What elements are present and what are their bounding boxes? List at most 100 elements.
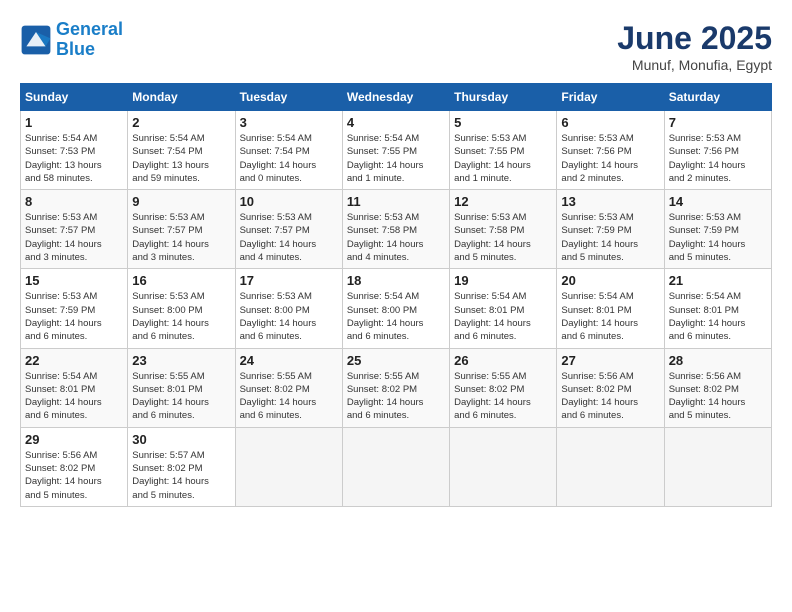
calendar-cell — [664, 427, 771, 506]
day-info: Sunrise: 5:53 AM Sunset: 7:56 PM Dayligh… — [669, 132, 767, 185]
day-info: Sunrise: 5:54 AM Sunset: 7:53 PM Dayligh… — [25, 132, 123, 185]
calendar-cell — [342, 427, 449, 506]
week-row-1: 1 Sunrise: 5:54 AM Sunset: 7:53 PM Daylig… — [21, 111, 772, 190]
calendar-cell — [235, 427, 342, 506]
header-day-tuesday: Tuesday — [235, 84, 342, 111]
header-day-wednesday: Wednesday — [342, 84, 449, 111]
day-number: 6 — [561, 115, 659, 130]
calendar-cell: 22 Sunrise: 5:54 AM Sunset: 8:01 PM Dayli… — [21, 348, 128, 427]
day-number: 21 — [669, 273, 767, 288]
day-info: Sunrise: 5:56 AM Sunset: 8:02 PM Dayligh… — [561, 370, 659, 423]
week-row-2: 8 Sunrise: 5:53 AM Sunset: 7:57 PM Daylig… — [21, 190, 772, 269]
calendar-cell: 29 Sunrise: 5:56 AM Sunset: 8:02 PM Dayli… — [21, 427, 128, 506]
logo-icon — [20, 24, 52, 56]
day-number: 22 — [25, 353, 123, 368]
day-info: Sunrise: 5:54 AM Sunset: 7:55 PM Dayligh… — [347, 132, 445, 185]
day-info: Sunrise: 5:54 AM Sunset: 8:01 PM Dayligh… — [25, 370, 123, 423]
header-day-thursday: Thursday — [450, 84, 557, 111]
day-number: 8 — [25, 194, 123, 209]
day-info: Sunrise: 5:53 AM Sunset: 7:56 PM Dayligh… — [561, 132, 659, 185]
day-number: 16 — [132, 273, 230, 288]
header-day-sunday: Sunday — [21, 84, 128, 111]
day-number: 17 — [240, 273, 338, 288]
day-number: 25 — [347, 353, 445, 368]
day-info: Sunrise: 5:53 AM Sunset: 7:55 PM Dayligh… — [454, 132, 552, 185]
day-info: Sunrise: 5:53 AM Sunset: 7:58 PM Dayligh… — [347, 211, 445, 264]
day-number: 13 — [561, 194, 659, 209]
calendar-cell: 25Sunrise: 5:55 AM Sunset: 8:02 PM Dayli… — [342, 348, 449, 427]
calendar-cell: 12Sunrise: 5:53 AM Sunset: 7:58 PM Dayli… — [450, 190, 557, 269]
day-number: 24 — [240, 353, 338, 368]
calendar-cell: 13Sunrise: 5:53 AM Sunset: 7:59 PM Dayli… — [557, 190, 664, 269]
day-number: 19 — [454, 273, 552, 288]
day-info: Sunrise: 5:54 AM Sunset: 7:54 PM Dayligh… — [240, 132, 338, 185]
day-number: 5 — [454, 115, 552, 130]
calendar-cell: 23 Sunrise: 5:55 AM Sunset: 8:01 PM Dayli… — [128, 348, 235, 427]
week-row-3: 15 Sunrise: 5:53 AM Sunset: 7:59 PM Dayli… — [21, 269, 772, 348]
calendar-cell: 10Sunrise: 5:53 AM Sunset: 7:57 PM Dayli… — [235, 190, 342, 269]
week-row-5: 29 Sunrise: 5:56 AM Sunset: 8:02 PM Dayli… — [21, 427, 772, 506]
day-number: 3 — [240, 115, 338, 130]
calendar-cell: 28 Sunrise: 5:56 AM Sunset: 8:02 PM Dayli… — [664, 348, 771, 427]
calendar-cell: 15 Sunrise: 5:53 AM Sunset: 7:59 PM Dayli… — [21, 269, 128, 348]
title-block: June 2025 Munuf, Monufia, Egypt — [617, 20, 772, 73]
day-number: 12 — [454, 194, 552, 209]
logo-text: General Blue — [56, 20, 123, 60]
day-number: 26 — [454, 353, 552, 368]
day-info: Sunrise: 5:57 AM Sunset: 8:02 PM Dayligh… — [132, 449, 230, 502]
calendar-cell — [557, 427, 664, 506]
day-info: Sunrise: 5:54 AM Sunset: 8:01 PM Dayligh… — [669, 290, 767, 343]
header-day-friday: Friday — [557, 84, 664, 111]
day-info: Sunrise: 5:53 AM Sunset: 7:59 PM Dayligh… — [669, 211, 767, 264]
calendar-cell: 7 Sunrise: 5:53 AM Sunset: 7:56 PM Daylig… — [664, 111, 771, 190]
day-info: Sunrise: 5:53 AM Sunset: 7:57 PM Dayligh… — [25, 211, 123, 264]
day-number: 2 — [132, 115, 230, 130]
day-number: 9 — [132, 194, 230, 209]
calendar-cell: 1 Sunrise: 5:54 AM Sunset: 7:53 PM Daylig… — [21, 111, 128, 190]
day-info: Sunrise: 5:55 AM Sunset: 8:02 PM Dayligh… — [454, 370, 552, 423]
calendar-cell: 11Sunrise: 5:53 AM Sunset: 7:58 PM Dayli… — [342, 190, 449, 269]
month-title: June 2025 — [617, 20, 772, 57]
location: Munuf, Monufia, Egypt — [617, 57, 772, 73]
day-number: 29 — [25, 432, 123, 447]
day-number: 27 — [561, 353, 659, 368]
calendar-cell: 14 Sunrise: 5:53 AM Sunset: 7:59 PM Dayli… — [664, 190, 771, 269]
calendar-cell: 5 Sunrise: 5:53 AM Sunset: 7:55 PM Daylig… — [450, 111, 557, 190]
calendar-cell: 3 Sunrise: 5:54 AM Sunset: 7:54 PM Daylig… — [235, 111, 342, 190]
calendar-cell: 30 Sunrise: 5:57 AM Sunset: 8:02 PM Dayli… — [128, 427, 235, 506]
calendar-cell: 26 Sunrise: 5:55 AM Sunset: 8:02 PM Dayli… — [450, 348, 557, 427]
header-row: SundayMondayTuesdayWednesdayThursdayFrid… — [21, 84, 772, 111]
day-number: 18 — [347, 273, 445, 288]
day-number: 4 — [347, 115, 445, 130]
page-header: General Blue June 2025 Munuf, Monufia, E… — [20, 20, 772, 73]
calendar-cell: 24 Sunrise: 5:55 AM Sunset: 8:02 PM Dayli… — [235, 348, 342, 427]
day-info: Sunrise: 5:54 AM Sunset: 7:54 PM Dayligh… — [132, 132, 230, 185]
header-day-monday: Monday — [128, 84, 235, 111]
calendar-cell: 8 Sunrise: 5:53 AM Sunset: 7:57 PM Daylig… — [21, 190, 128, 269]
day-info: Sunrise: 5:54 AM Sunset: 8:01 PM Dayligh… — [454, 290, 552, 343]
calendar-cell: 4 Sunrise: 5:54 AM Sunset: 7:55 PM Daylig… — [342, 111, 449, 190]
day-info: Sunrise: 5:53 AM Sunset: 7:57 PM Dayligh… — [240, 211, 338, 264]
day-number: 14 — [669, 194, 767, 209]
day-number: 7 — [669, 115, 767, 130]
day-number: 30 — [132, 432, 230, 447]
day-number: 1 — [25, 115, 123, 130]
day-number: 28 — [669, 353, 767, 368]
calendar-header: SundayMondayTuesdayWednesdayThursdayFrid… — [21, 84, 772, 111]
day-info: Sunrise: 5:55 AM Sunset: 8:01 PM Dayligh… — [132, 370, 230, 423]
day-number: 20 — [561, 273, 659, 288]
calendar-cell — [450, 427, 557, 506]
day-info: Sunrise: 5:56 AM Sunset: 8:02 PM Dayligh… — [669, 370, 767, 423]
calendar-cell: 17Sunrise: 5:53 AM Sunset: 8:00 PM Dayli… — [235, 269, 342, 348]
day-info: Sunrise: 5:54 AM Sunset: 8:01 PM Dayligh… — [561, 290, 659, 343]
day-info: Sunrise: 5:55 AM Sunset: 8:02 PM Dayligh… — [240, 370, 338, 423]
calendar-body: 1 Sunrise: 5:54 AM Sunset: 7:53 PM Daylig… — [21, 111, 772, 507]
day-info: Sunrise: 5:54 AM Sunset: 8:00 PM Dayligh… — [347, 290, 445, 343]
day-number: 15 — [25, 273, 123, 288]
day-info: Sunrise: 5:56 AM Sunset: 8:02 PM Dayligh… — [25, 449, 123, 502]
calendar-cell: 20 Sunrise: 5:54 AM Sunset: 8:01 PM Dayli… — [557, 269, 664, 348]
day-info: Sunrise: 5:53 AM Sunset: 7:59 PM Dayligh… — [25, 290, 123, 343]
logo: General Blue — [20, 20, 123, 60]
day-number: 23 — [132, 353, 230, 368]
week-row-4: 22 Sunrise: 5:54 AM Sunset: 8:01 PM Dayli… — [21, 348, 772, 427]
